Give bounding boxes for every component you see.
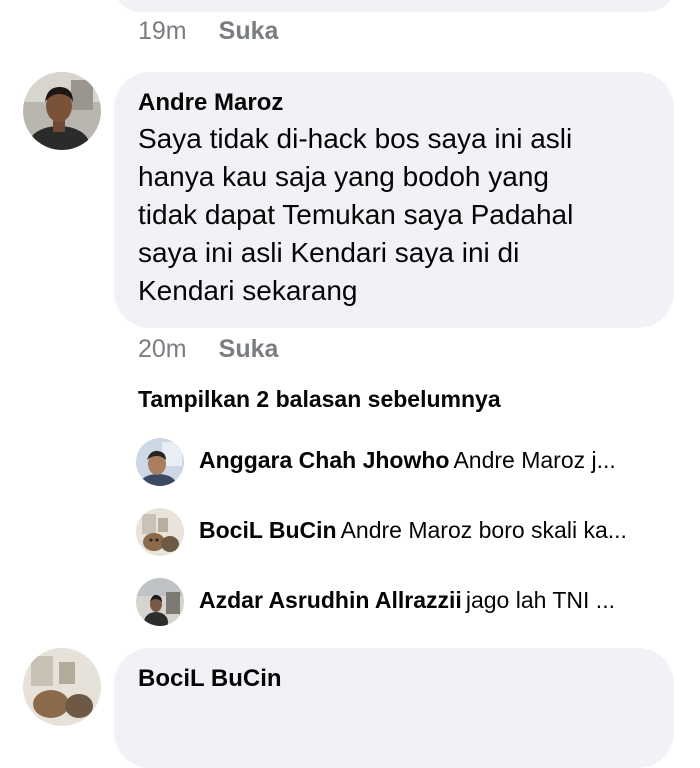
avatar[interactable] — [136, 578, 184, 626]
reply-item[interactable]: Azdar Asrudhin Allrazzii jago lah TNI ... — [136, 578, 676, 626]
reply-text: BociL BuCin Andre Maroz boro skali ka... — [199, 517, 674, 544]
reply-author[interactable]: Azdar Asrudhin Allrazzii — [199, 587, 462, 613]
reply-snippet: Andre Maroz boro skali ka... — [340, 517, 627, 543]
comment-text: Saya tidak di-hack bos saya ini asli han… — [138, 123, 574, 306]
like-button[interactable]: Suka — [219, 335, 279, 363]
reply-author[interactable]: BociL BuCin — [199, 517, 337, 543]
reply-text: Anggara Chah Jhowho Andre Maroz j... — [199, 447, 674, 474]
previous-comment-bubble — [114, 0, 674, 12]
reply-author[interactable]: Anggara Chah Jhowho — [199, 447, 449, 473]
reply-snippet: jago lah TNI ... — [465, 587, 615, 613]
previous-comment-meta: 19m Suka — [138, 17, 278, 46]
reply-item[interactable]: Anggara Chah Jhowho Andre Maroz j... — [136, 438, 676, 486]
reply-item[interactable]: BociL BuCin Andre Maroz boro skali ka... — [136, 508, 676, 556]
like-button[interactable]: Suka — [219, 17, 279, 45]
reply-snippet: Andre Maroz j... — [453, 447, 616, 473]
comment-author[interactable]: BociL BuCin — [138, 665, 282, 693]
comment-author[interactable]: Andre Maroz — [138, 89, 283, 117]
show-previous-replies-link[interactable]: Tampilkan 2 balasan sebelumnya — [138, 386, 501, 413]
avatar[interactable] — [136, 438, 184, 486]
avatar[interactable] — [23, 648, 101, 726]
comment-time: 19m — [138, 17, 187, 45]
reply-text: Azdar Asrudhin Allrazzii jago lah TNI ... — [199, 587, 674, 614]
avatar[interactable] — [23, 72, 101, 150]
comment-time: 20m — [138, 335, 187, 363]
avatar[interactable] — [136, 508, 184, 556]
comment-meta: 20m Suka — [138, 335, 278, 364]
